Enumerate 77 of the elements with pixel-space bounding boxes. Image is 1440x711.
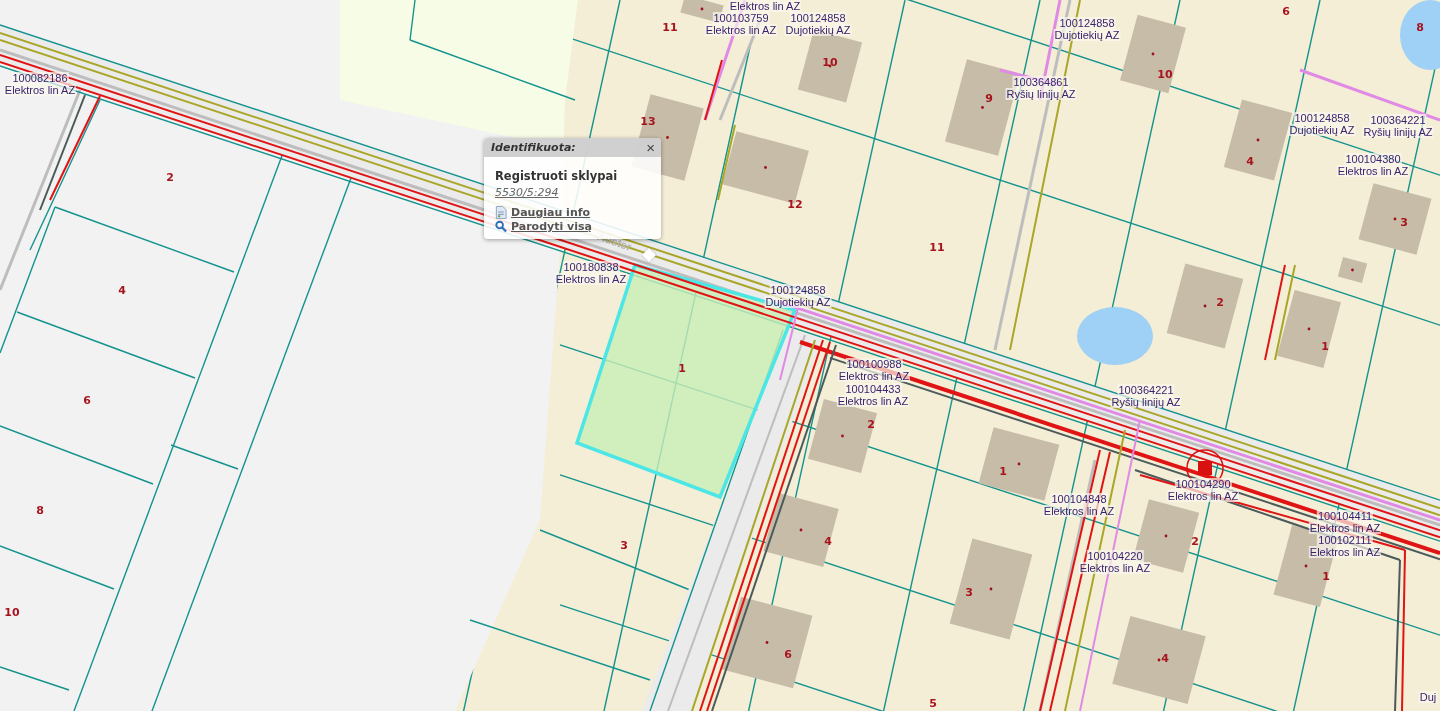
- line-type-label: Ryšių linijų AZ: [1110, 396, 1182, 408]
- lot-number: 8: [1416, 22, 1424, 34]
- line-id-label: 100104433: [844, 383, 902, 395]
- lot-number: 1: [999, 466, 1007, 478]
- lot-number: 3: [1400, 217, 1408, 229]
- line-type-label: Elektros lin AZ: [554, 273, 628, 285]
- lot-number: 8: [36, 505, 44, 517]
- lot-number: 12: [787, 199, 803, 211]
- lot-number: 2: [166, 172, 174, 184]
- line-type-label: Elektros lin AZ: [1308, 546, 1382, 558]
- action-link[interactable]: Daugiau info: [511, 206, 591, 219]
- lot-number: 11: [662, 22, 678, 34]
- line-id-label: 100103759: [712, 12, 770, 24]
- lot-number: 2: [1191, 536, 1199, 548]
- lot-number: 1: [1321, 341, 1329, 353]
- line-type-label: Elektros lin AZ: [1336, 165, 1410, 177]
- line-id-label: 100124858: [769, 284, 827, 296]
- line-type-label: Dujotiekių AZ: [1053, 29, 1121, 41]
- line-id-label: 100102111: [1317, 534, 1373, 546]
- line-id-label: 100124858: [789, 12, 847, 24]
- line-id-label: 100100988: [845, 358, 903, 370]
- line-id-label: 100364221: [1117, 384, 1175, 396]
- lot-number: 5: [929, 698, 937, 710]
- lot-number: 4: [824, 536, 832, 548]
- line-id-label: 100082186: [11, 72, 69, 84]
- lot-number: 10: [822, 57, 838, 69]
- line-id-label: 100104380: [1344, 153, 1402, 165]
- line-type-label: Elektros lin AZ: [837, 370, 911, 382]
- line-type-label: Ryšių linijų AZ: [1005, 88, 1077, 100]
- close-button[interactable]: ×: [644, 140, 657, 155]
- lot-number: 2: [867, 419, 875, 431]
- line-type-label: Dujotiekių AZ: [764, 296, 832, 308]
- lot-number: 1: [1322, 571, 1330, 583]
- line-id-label: 100124858: [1058, 17, 1116, 29]
- line-id-label: 100364221: [1369, 114, 1427, 126]
- lot-number: 3: [965, 587, 973, 599]
- lot-number: 4: [1246, 156, 1254, 168]
- line-type-label: Elektros lin AZ: [1042, 505, 1116, 517]
- line-id-label: 100104220: [1086, 550, 1144, 562]
- action-link[interactable]: Parodyti visą: [511, 220, 592, 233]
- line-type-label: Elektros lin AZ: [1308, 522, 1382, 534]
- line-type-label: Duj: [1418, 691, 1438, 703]
- line-id-label: 100364861: [1012, 76, 1070, 88]
- lot-number: 9: [985, 93, 993, 105]
- lot-number: 6: [1282, 6, 1290, 18]
- street-label: Auster: [596, 230, 633, 253]
- lot-number: 1: [678, 363, 686, 375]
- line-id-label: 100104848: [1050, 493, 1108, 505]
- line-id-label: 100104290: [1174, 478, 1232, 490]
- line-id-label: 100104411: [1316, 510, 1374, 522]
- search-icon[interactable]: [495, 220, 507, 233]
- lot-number: 10: [1157, 69, 1173, 81]
- parcel-link[interactable]: 5530/5:294: [495, 186, 653, 199]
- line-type-label: Elektros lin AZ: [704, 24, 778, 36]
- lot-number: 4: [118, 285, 126, 297]
- line-type-label: Elektros lin AZ: [3, 84, 77, 96]
- lot-number: 11: [929, 242, 945, 254]
- line-type-label: Elektros lin AZ: [836, 395, 910, 407]
- document-icon[interactable]: [495, 206, 507, 219]
- line-type-label: Elektros lin AZ: [1078, 562, 1152, 574]
- lot-number: 13: [640, 116, 656, 128]
- line-id-label: 100180838: [562, 261, 620, 273]
- lot-number: 2: [1216, 297, 1224, 309]
- popup-pointer: [641, 247, 657, 263]
- line-type-label: Dujotiekių AZ: [1288, 124, 1356, 136]
- line-type-label: Elektros lin AZ: [1166, 490, 1240, 502]
- layer-name: Registruoti sklypai: [495, 169, 619, 183]
- lot-number: 10: [4, 607, 20, 619]
- lot-number: 6: [83, 395, 91, 407]
- lot-number: 4: [1161, 653, 1169, 665]
- popup-title: Identifikuota:: [491, 141, 576, 154]
- line-type-label: Elektros lin AZ: [728, 0, 802, 12]
- line-id-label: 100124858: [1293, 112, 1351, 124]
- line-type-label: Ryšių linijų AZ: [1362, 126, 1434, 138]
- lot-number: 6: [784, 649, 792, 661]
- lot-number: 3: [620, 540, 628, 552]
- line-type-label: Dujotiekių AZ: [784, 24, 852, 36]
